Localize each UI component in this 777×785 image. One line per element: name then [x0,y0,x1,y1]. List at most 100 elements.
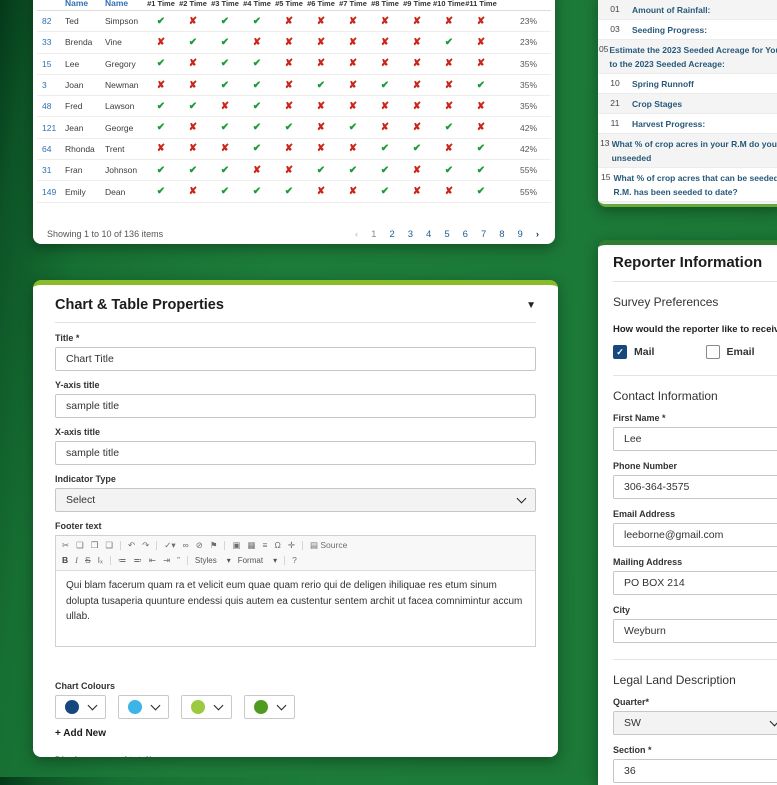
special-char-icon[interactable]: Ω [274,541,280,550]
pagination-next-icon[interactable]: › [536,229,539,240]
row-id-link[interactable]: 149 [39,187,65,197]
question-link[interactable]: Harvest Progress: [632,117,777,131]
colour-swatch-select[interactable] [244,695,295,719]
section-input[interactable]: 36 [613,759,777,783]
title-input[interactable]: Chart Title [55,347,536,371]
pagination-page[interactable]: 1 [371,229,376,240]
column-header-time[interactable]: #11 Time [465,0,497,8]
last-name-column-header[interactable]: Name [105,0,145,8]
row-id-link[interactable]: 33 [39,37,65,47]
checkbox-option[interactable]: Email [706,345,777,359]
outdent-icon[interactable]: ⇤ [149,556,156,565]
question-row[interactable]: 21What % of your crop was not harvested … [598,201,777,207]
column-header-time[interactable]: #7 Time [337,0,369,8]
spellcheck-icon[interactable]: ✓▾ [164,541,175,550]
row-id-link[interactable]: 64 [39,144,65,154]
column-header-time[interactable]: #9 Time [401,0,433,8]
italic-icon[interactable]: I [75,556,78,565]
question-link[interactable]: Estimate the 2023 Seeded Acreage for You… [609,43,777,71]
colour-swatch-select[interactable] [118,695,169,719]
y-axis-title-input[interactable]: sample title [55,394,536,418]
unlink-icon[interactable]: ⊘ [196,541,203,550]
question-row[interactable]: 11Harvest Progress: [598,113,777,133]
paste-text-icon[interactable]: ❑ [105,541,113,550]
blockquote-icon[interactable]: ” [177,556,180,565]
question-link[interactable]: Amount of Rainfall: [632,3,777,17]
question-link[interactable]: What % of crop acres in your R.M do you … [612,137,777,165]
row-id-link[interactable]: 82 [39,16,65,26]
mailing-address-input[interactable]: PO BOX 214 [613,571,777,595]
phone-number-input[interactable]: 306-364-3575 [613,475,777,499]
cut-icon[interactable]: ✂ [62,541,69,550]
question-row[interactable]: 03Seeding Progress: [598,19,777,39]
question-row[interactable]: 05Estimate the 2023 Seeded Acreage for Y… [598,39,777,73]
pagination-page[interactable]: 7 [481,229,486,240]
link-icon[interactable]: ∞ [183,541,189,550]
numbered-list-icon[interactable]: ≔ [118,556,127,565]
row-id-link[interactable]: 31 [39,165,65,175]
remove-format-icon[interactable]: Iₓ [98,556,103,565]
maximize-icon[interactable]: ✛ [288,541,295,550]
column-header-time[interactable]: #4 Time [241,0,273,8]
redo-icon[interactable]: ↷ [142,541,149,550]
pagination-prev-icon[interactable]: ‹ [355,229,358,240]
x-axis-title-input[interactable]: sample title [55,441,536,465]
strike-icon[interactable]: S [85,556,91,565]
question-link[interactable]: Crop Stages [632,97,777,111]
pagination-page[interactable]: 5 [444,229,449,240]
pagination-page[interactable]: 4 [426,229,431,240]
question-row[interactable]: 01Amount of Rainfall: [598,0,777,19]
image-icon[interactable]: ▣ [232,541,240,550]
about-icon[interactable]: ? [292,556,297,565]
city-input[interactable]: Weyburn [613,619,777,643]
pagination-page[interactable]: 8 [499,229,504,240]
row-id-link[interactable]: 121 [39,123,65,133]
question-link[interactable]: Spring Runnoff [632,77,777,91]
pagination-page[interactable]: 2 [389,229,394,240]
format-dropdown[interactable]: Format▾ [238,556,277,565]
indent-icon[interactable]: ⇥ [163,556,170,565]
indicator-type-select[interactable]: Select [55,488,536,512]
column-header-time[interactable]: #5 Time [273,0,305,8]
question-link[interactable]: What % of crop acres that can be seeded … [613,171,777,199]
row-id-link[interactable]: 48 [39,101,65,111]
add-new-button[interactable]: + Add New [55,728,536,739]
column-header-time[interactable]: #8 Time [369,0,401,8]
colour-swatch-select[interactable] [181,695,232,719]
question-row[interactable]: 21Crop Stages [598,93,777,113]
editor-content[interactable]: Qui blam facerum quam ra et velicit eum … [56,571,535,646]
table-icon[interactable]: ▦ [247,541,255,550]
colour-swatch-select[interactable] [55,695,106,719]
checkbox-option[interactable]: ✓Mail [613,345,706,359]
question-row[interactable]: 15What % of crop acres that can be seede… [598,167,777,201]
collapse-caret-icon[interactable]: ▼ [526,300,536,311]
first-name-input[interactable]: Lee [613,427,777,451]
bold-icon[interactable]: B [62,556,68,565]
email-address-input[interactable]: leeborne@gmail.com [613,523,777,547]
column-header-time[interactable]: #1 Time [145,0,177,8]
question-row[interactable]: 10Spring Runnoff [598,73,777,93]
bullet-list-icon[interactable]: ≕ [133,556,142,565]
anchor-icon[interactable]: ⚑ [210,541,218,550]
source-button[interactable]: ▤ Source [310,541,347,550]
row-id-link[interactable]: 15 [39,59,65,69]
question-link[interactable]: What % of your crop was not harvested in [615,205,777,208]
column-header-time[interactable]: #10 Time [433,0,465,8]
row-id-link[interactable]: 3 [39,80,65,90]
pagination-page[interactable]: 3 [408,229,413,240]
horizontal-rule-icon[interactable]: ≡ [263,541,268,550]
column-header-time[interactable]: #3 Time [209,0,241,8]
copy-icon[interactable]: ❏ [76,541,84,550]
checkbox[interactable]: ✓ [613,345,627,359]
pagination-page[interactable]: 6 [463,229,468,240]
column-header-time[interactable]: #2 Time [177,0,209,8]
undo-icon[interactable]: ↶ [128,541,135,550]
first-name-column-header[interactable]: Name [65,0,105,8]
question-row[interactable]: 13What % of crop acres in your R.M do yo… [598,133,777,167]
column-header-time[interactable]: #6 Time [305,0,337,8]
styles-dropdown[interactable]: Styles▾ [195,556,231,565]
pagination-page[interactable]: 9 [518,229,523,240]
paste-icon[interactable]: ❐ [91,541,99,550]
checkbox[interactable] [706,345,720,359]
quarter-select[interactable]: SW [613,711,777,735]
